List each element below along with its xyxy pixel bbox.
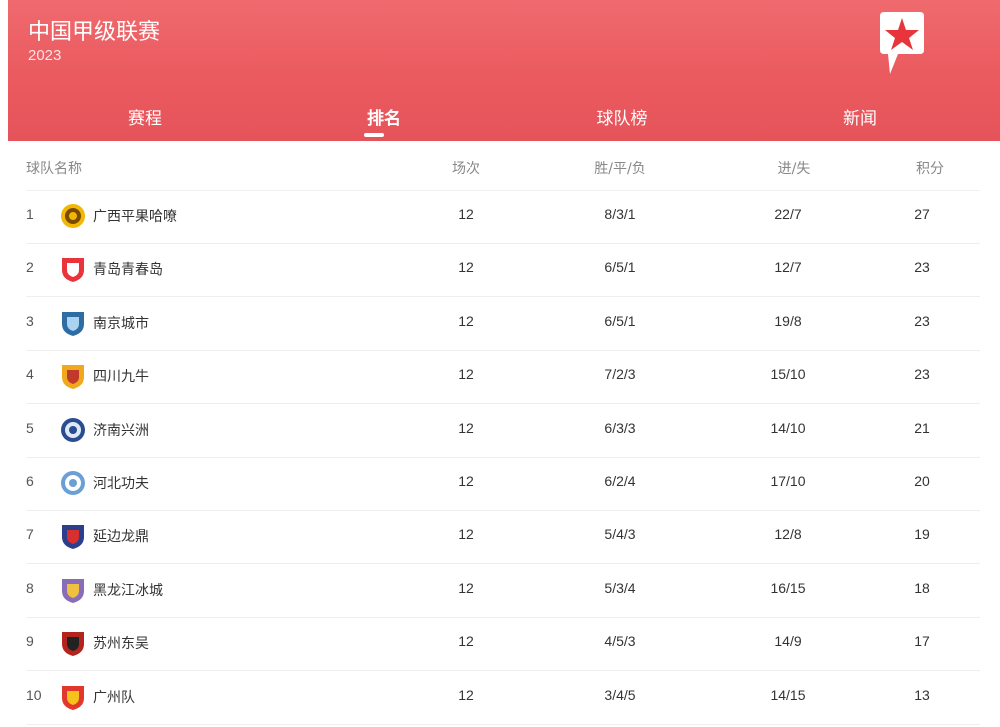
team-name: 青岛青春岛 bbox=[93, 262, 163, 279]
points-value: 27 bbox=[914, 206, 930, 222]
rank-number: 7 bbox=[26, 526, 34, 543]
played-count: 12 bbox=[458, 526, 474, 543]
team-name: 四川九牛 bbox=[93, 369, 149, 386]
table-row[interactable]: 7 延边龙鼎 12 5/4/3 12/8 19 bbox=[26, 510, 980, 565]
win-draw-loss: 7/2/3 bbox=[604, 366, 636, 383]
win-draw-loss: 6/2/4 bbox=[604, 473, 636, 489]
purple-shield-crest-icon bbox=[62, 578, 84, 603]
table-row[interactable]: 6 河北功夫 12 6/2/4 17/10 20 bbox=[26, 457, 980, 511]
team-name: 黑龙江冰城 bbox=[93, 582, 163, 599]
brand-logo-icon bbox=[880, 12, 924, 74]
played-count: 12 bbox=[458, 633, 474, 650]
goals-for-against: 17/10 bbox=[770, 473, 806, 489]
team-name: 苏州东吴 bbox=[93, 636, 149, 653]
goals-for-against: 14/10 bbox=[770, 419, 806, 436]
win-draw-loss: 3/4/5 bbox=[604, 686, 636, 703]
yellow-round-crest-icon bbox=[61, 204, 85, 228]
gold-shield-crest-icon bbox=[62, 365, 84, 390]
points-value: 21 bbox=[914, 419, 930, 436]
points-value: 23 bbox=[914, 259, 930, 276]
goals-for-against: 19/8 bbox=[774, 312, 802, 329]
league-header: 中国甲级联赛 2023 赛程 排名 球队榜 新闻 bbox=[8, 0, 1000, 141]
points-value: 23 bbox=[914, 366, 930, 383]
points-value: 20 bbox=[914, 473, 930, 489]
rank-number: 9 bbox=[26, 633, 34, 650]
table-row[interactable]: 1 广西平果哈嘹 12 8/3/1 22/7 27 bbox=[26, 190, 980, 244]
col-played: 场次 bbox=[452, 161, 480, 177]
team-name: 河北功夫 bbox=[93, 476, 149, 492]
rank-number: 3 bbox=[26, 312, 34, 329]
points-value: 17 bbox=[914, 633, 930, 650]
table-row[interactable]: 4 四川九牛 12 7/2/3 15/10 23 bbox=[26, 350, 980, 405]
table-row[interactable]: 2 青岛青春岛 12 6/5/1 12/7 23 bbox=[26, 243, 980, 298]
table-row[interactable]: 3 南京城市 12 6/5/1 19/8 23 bbox=[26, 297, 980, 351]
goals-for-against: 12/8 bbox=[774, 526, 802, 543]
rank-number: 1 bbox=[26, 206, 34, 222]
tab-news[interactable]: 新闻 bbox=[800, 104, 920, 129]
win-draw-loss: 5/4/3 bbox=[604, 526, 636, 543]
played-count: 12 bbox=[458, 312, 474, 329]
rank-number: 4 bbox=[26, 366, 34, 383]
table-header: 球队名称 场次 胜/平/负 进/失 积分 bbox=[26, 150, 980, 191]
team-name: 济南兴洲 bbox=[93, 422, 149, 439]
tab-standings[interactable]: 排名 bbox=[324, 104, 444, 129]
rank-number: 6 bbox=[26, 473, 34, 489]
tab-schedule[interactable]: 赛程 bbox=[85, 104, 205, 129]
table-row[interactable]: 9 苏州东吴 12 4/5/3 14/9 17 bbox=[26, 617, 980, 672]
win-draw-loss: 8/3/1 bbox=[604, 206, 636, 222]
played-count: 12 bbox=[458, 473, 474, 489]
table-row[interactable]: 8 黑龙江冰城 12 5/3/4 16/15 18 bbox=[26, 564, 980, 618]
col-points: 积分 bbox=[916, 161, 944, 177]
win-draw-loss: 6/5/1 bbox=[604, 312, 636, 329]
played-count: 12 bbox=[458, 206, 474, 222]
team-name: 延边龙鼎 bbox=[93, 529, 149, 546]
goals-for-against: 16/15 bbox=[770, 579, 806, 596]
played-count: 12 bbox=[458, 366, 474, 383]
points-value: 13 bbox=[914, 686, 930, 703]
blue-red-shield-crest-icon bbox=[62, 525, 84, 550]
goals-for-against: 14/9 bbox=[774, 633, 802, 650]
rank-number: 10 bbox=[26, 686, 42, 703]
goals-for-against: 12/7 bbox=[774, 259, 802, 276]
darkred-shield-crest-icon bbox=[62, 632, 84, 657]
season-year: 2023 bbox=[28, 47, 62, 64]
tab-bar: 赛程 排名 球队榜 新闻 bbox=[8, 92, 1000, 141]
points-value: 18 bbox=[914, 579, 930, 596]
navy-round-crest-icon bbox=[61, 417, 85, 442]
goals-for-against: 14/15 bbox=[770, 686, 806, 703]
win-draw-loss: 5/3/4 bbox=[604, 579, 636, 596]
table-row[interactable]: 5 济南兴洲 12 6/3/3 14/10 21 bbox=[26, 404, 980, 458]
col-goals: 进/失 bbox=[777, 161, 811, 177]
tab-team-rankings[interactable]: 球队榜 bbox=[562, 104, 682, 129]
team-name: 南京城市 bbox=[93, 315, 149, 332]
played-count: 12 bbox=[458, 686, 474, 703]
played-count: 12 bbox=[458, 419, 474, 436]
col-team-name: 球队名称 bbox=[26, 161, 82, 177]
lightblue-round-crest-icon bbox=[61, 471, 85, 495]
points-value: 19 bbox=[914, 526, 930, 543]
table-row[interactable]: 10 广州队 12 3/4/5 14/15 13 bbox=[26, 671, 980, 725]
played-count: 12 bbox=[458, 259, 474, 276]
played-count: 12 bbox=[458, 579, 474, 596]
active-tab-indicator bbox=[364, 133, 384, 137]
goals-for-against: 22/7 bbox=[774, 206, 802, 222]
goals-for-against: 15/10 bbox=[770, 366, 806, 383]
win-draw-loss: 6/5/1 bbox=[604, 259, 636, 276]
rank-number: 5 bbox=[26, 419, 34, 436]
rank-number: 8 bbox=[26, 579, 34, 596]
rank-number: 2 bbox=[26, 259, 34, 276]
col-wdl: 胜/平/负 bbox=[594, 161, 646, 177]
league-title: 中国甲级联赛 bbox=[28, 20, 161, 45]
team-name: 广西平果哈嘹 bbox=[93, 209, 177, 225]
points-value: 23 bbox=[914, 312, 930, 329]
red-shield-crest-icon bbox=[62, 685, 84, 710]
red-shield-crest-icon bbox=[62, 258, 84, 283]
team-name: 广州队 bbox=[93, 689, 135, 706]
win-draw-loss: 6/3/3 bbox=[604, 419, 636, 436]
blue-shield-crest-icon bbox=[62, 311, 84, 336]
win-draw-loss: 4/5/3 bbox=[604, 633, 636, 650]
